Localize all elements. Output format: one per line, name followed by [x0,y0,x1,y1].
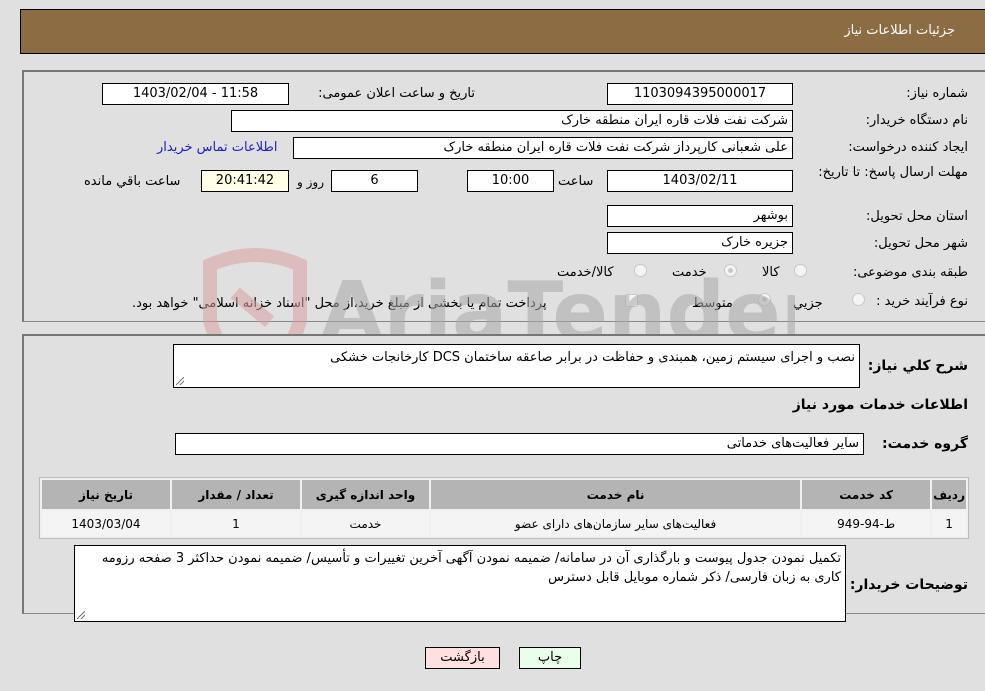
col-header-unit: واحد اندازه گیری [302,480,429,509]
province-field[interactable]: بوشهر [607,205,793,227]
category-option-service: خدمت [672,265,707,280]
category-radio-goods[interactable] [794,264,807,277]
need-number-label: شماره نیاز: [906,86,968,101]
requester-field[interactable]: علی شعبانی کارپرداز شرکت نفت فلات قاره ا… [293,137,793,159]
category-option-goods: کالا [762,265,780,280]
buyer-org-label: نام دستگاه خریدار: [865,113,968,128]
buyer-org-field[interactable]: شرکت نفت فلات قاره ایران منطقه خارک [231,110,793,132]
page-header: جزئیات اطلاعات نیاز [20,9,985,54]
need-number-field[interactable]: 1103094395000017 [607,83,793,105]
announce-datetime-field[interactable]: 1403/02/04 - 11:58 [102,83,289,105]
cell-service-name: فعالیت‌های سایر سازمان‌های دارای عضو [431,511,801,536]
purchase-radio-minor[interactable] [852,293,865,306]
resize-grip-icon[interactable] [77,611,85,619]
table-header-row: ردیف کد خدمت نام خدمت واحد اندازه گیری ت… [42,480,966,509]
days-label: روز و [297,175,324,189]
purchase-radio-medium[interactable] [758,293,771,306]
purchase-option-minor: جزيي [793,296,823,311]
province-label: استان محل تحویل: [866,209,968,224]
deadline-label: مهلت ارسال پاسخ: تا تاریخ: [818,165,968,180]
col-header-quantity: تعداد / مقدار [172,480,300,509]
cell-quantity: 1 [172,511,300,536]
cell-need-date: 1403/03/04 [42,511,170,536]
buyer-contact-link[interactable]: اطلاعات تماس خریدار [157,140,277,155]
cell-unit: خدمت [302,511,429,536]
treasury-checkbox-label: پرداخت تمام یا بخشی از مبلغ خرید،از محل … [132,296,547,311]
page-title: جزئیات اطلاعات نیاز [844,23,955,38]
cell-row-number: 1 [932,511,966,536]
category-radio-service[interactable] [724,264,737,277]
remaining-time-field: 20:41:42 [201,170,289,192]
services-heading: اطلاعات خدمات مورد نیاز [792,397,968,413]
treasury-checkbox[interactable] [625,294,638,307]
city-label: شهر محل تحویل: [873,236,968,251]
deadline-time-label: ساعت [558,174,594,189]
col-header-row-number: ردیف [932,480,966,509]
remaining-time-label: ساعت باقي مانده [84,174,181,189]
service-group-field[interactable]: سایر فعالیت‌های خدماتی [175,433,864,455]
col-header-service-code: کد خدمت [802,480,931,509]
category-radio-goods-service[interactable] [634,264,647,277]
description-label: شرح کلي نیاز: [867,358,968,374]
description-textarea[interactable]: نصب و اجرای سیستم زمین، همبندی و حفاظت د… [173,344,860,388]
back-button[interactable]: بازگشت [425,647,500,669]
general-info-panel [22,70,985,322]
deadline-time-field[interactable]: 10:00 [467,170,554,192]
services-table: ردیف کد خدمت نام خدمت واحد اندازه گیری ت… [39,477,969,539]
table-row: 1 ط-94-949 فعالیت‌های سایر سازمان‌های دا… [42,511,966,536]
print-button[interactable]: چاپ [519,647,581,669]
deadline-date-field[interactable]: 1403/02/11 [607,170,793,192]
requester-label: ایجاد کننده درخواست: [848,140,968,155]
category-label: طبقه بندی موضوعی: [852,265,968,280]
service-group-label: گروه خدمت: [882,436,968,452]
buyer-notes-label: توضیحات خریدار: [849,577,968,593]
city-field[interactable]: جزیره خارک [607,232,793,254]
category-option-goods-service: کالا/خدمت [557,265,614,280]
purchase-type-label: نوع فرآیند خرید : [876,294,968,309]
days-remaining-field[interactable]: 6 [331,170,418,192]
buyer-notes-text: تکمیل نمودن جدول پیوست و بارگذاری آن در … [101,551,841,585]
resize-grip-icon[interactable] [176,377,184,385]
col-header-service-name: نام خدمت [431,480,801,509]
col-header-need-date: تاریخ نیاز [42,480,170,509]
announce-datetime-label: تاریخ و ساعت اعلان عمومی: [318,86,475,101]
cell-service-code: ط-94-949 [802,511,931,536]
buyer-notes-textarea[interactable]: تکمیل نمودن جدول پیوست و بارگذاری آن در … [74,545,846,622]
purchase-option-medium: متوسط [692,296,733,311]
description-text: نصب و اجرای سیستم زمین، همبندی و حفاظت د… [330,350,855,365]
